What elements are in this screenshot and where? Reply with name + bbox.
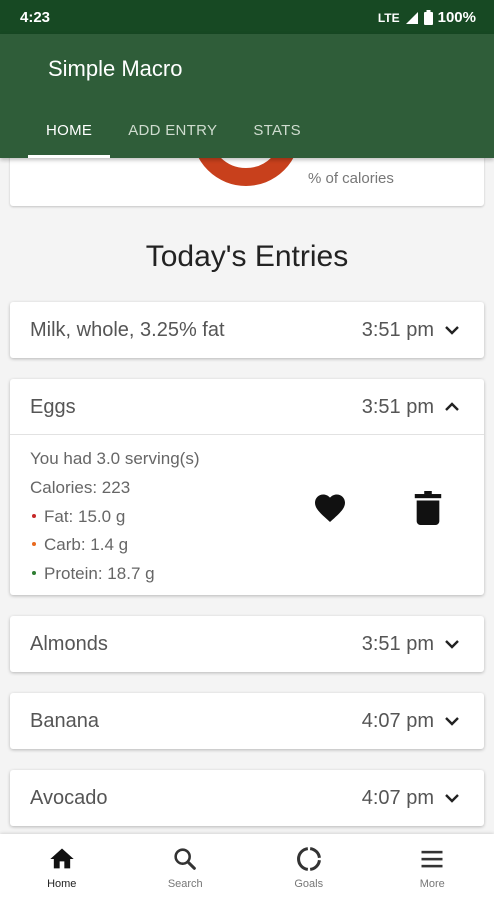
chevron-down-icon[interactable] [442, 788, 462, 808]
chevron-down-icon[interactable] [442, 711, 462, 731]
nav-more[interactable]: More [371, 834, 494, 900]
search-icon [174, 848, 197, 870]
status-indicators: LTE 100% [378, 9, 476, 26]
chevron-up-icon[interactable] [442, 397, 462, 417]
entry-header[interactable]: Milk, whole, 3.25% fat 3:51 pm [10, 302, 484, 358]
fat-row: Fat: 15.0 g [30, 507, 125, 527]
delete-trash-icon[interactable] [414, 491, 442, 525]
entry-time: 3:51 pm [361, 396, 434, 418]
tab-add-entry[interactable]: ADD ENTRY [110, 120, 235, 158]
tab-bar: HOME ADD ENTRY STATS [28, 120, 319, 158]
chevron-down-icon[interactable] [442, 320, 462, 340]
entry-header[interactable]: Avocado 4:07 pm [10, 770, 484, 826]
carb-dot-icon [32, 542, 36, 547]
nav-goals[interactable]: Goals [247, 834, 371, 900]
tab-stats[interactable]: STATS [235, 120, 319, 158]
entry-time: 4:07 pm [361, 787, 434, 809]
nav-search-label: Search [167, 878, 203, 890]
entry-card[interactable]: Avocado 4:07 pm [10, 770, 484, 826]
nav-search[interactable]: Search [124, 834, 248, 900]
entry-time: 3:51 pm [361, 319, 434, 341]
entry-header[interactable]: Almonds 3:51 pm [10, 616, 484, 672]
entry-card[interactable]: Almonds 3:51 pm [10, 616, 484, 672]
section-title: Today's Entries [145, 240, 349, 273]
battery-icon [423, 10, 433, 25]
status-bar: 4:23 LTE 100% [0, 0, 494, 34]
entry-header[interactable]: Banana 4:07 pm [10, 693, 484, 749]
protein-text: Protein: 18.7 g [44, 564, 155, 583]
entry-time: 3:51 pm [361, 633, 434, 655]
chevron-down-icon[interactable] [442, 634, 462, 654]
home-icon [50, 848, 74, 869]
network-type: LTE [377, 10, 400, 25]
status-time: 4:23 [20, 9, 51, 26]
carb-row: Carb: 1.4 g [30, 535, 128, 555]
battery-percent: 100% [437, 9, 476, 26]
fat-text: Fat: 15.0 g [44, 507, 126, 526]
nav-goals-label: Goals [294, 878, 324, 890]
entry-details: You had 3.0 serving(s) Calories: 223 Fat… [10, 435, 484, 595]
entry-name: Eggs [30, 396, 76, 418]
protein-row: Protein: 18.7 g [30, 564, 155, 584]
nav-home-label: Home [47, 878, 77, 890]
app-bar: Simple Macro HOME ADD ENTRY STATS [0, 34, 494, 158]
fat-dot-icon [32, 514, 36, 519]
nav-home[interactable]: Home [0, 834, 124, 900]
signal-icon [405, 11, 418, 24]
entry-header[interactable]: Eggs 3:51 pm [10, 379, 484, 435]
menu-icon [421, 850, 443, 868]
goals-icon [296, 847, 321, 871]
entry-name: Banana [30, 710, 99, 732]
bottom-navigation: Home Search Goals More [0, 834, 494, 900]
favorite-heart-icon[interactable] [312, 490, 348, 526]
calories-text: Calories: 223 [30, 478, 131, 497]
entry-name: Milk, whole, 3.25% fat [30, 319, 225, 341]
entry-card[interactable]: Banana 4:07 pm [10, 693, 484, 749]
app-title: Simple Macro [48, 56, 183, 81]
nav-more-label: More [419, 878, 445, 890]
entry-card[interactable]: Milk, whole, 3.25% fat 3:51 pm [10, 302, 484, 358]
entry-name: Almonds [30, 633, 108, 655]
protein-dot-icon [32, 571, 36, 576]
servings-text: You had 3.0 serving(s) [30, 449, 200, 468]
carb-text: Carb: 1.4 g [44, 535, 129, 554]
entry-name: Avocado [30, 787, 108, 809]
tab-home[interactable]: HOME [28, 120, 111, 158]
entry-time: 4:07 pm [361, 710, 434, 732]
calories-percent-label: % of calories [308, 170, 394, 187]
entry-card-expanded[interactable]: Eggs 3:51 pm You had 3.0 serving(s) Calo… [10, 379, 484, 595]
